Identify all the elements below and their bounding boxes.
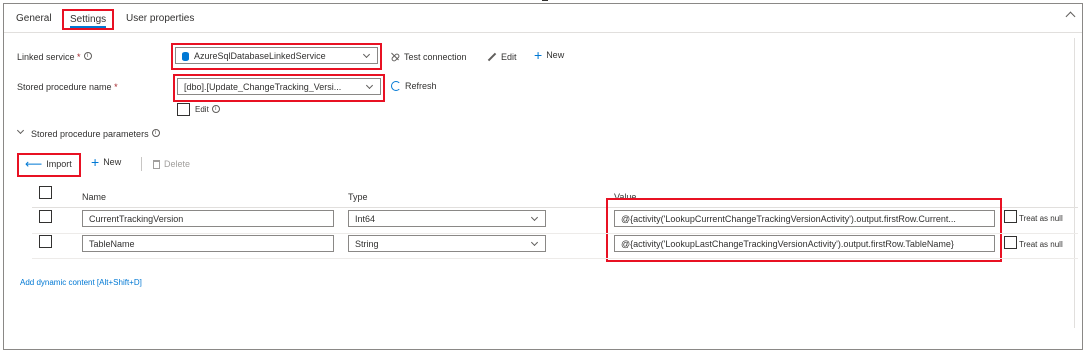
- chevron-down-icon: [362, 50, 371, 59]
- delete-parameter-button[interactable]: Delete: [153, 159, 190, 169]
- chevron-up-icon[interactable]: [1065, 11, 1076, 22]
- new-linked-service-button[interactable]: + New: [534, 47, 565, 63]
- add-dynamic-content-link[interactable]: Add dynamic content [Alt+Shift+D]: [20, 278, 142, 287]
- value-column-highlight: [606, 198, 1002, 262]
- import-button[interactable]: ⟵ Import: [25, 156, 72, 171]
- row-divider: [32, 233, 1078, 234]
- top-mark: [542, 0, 548, 1]
- edit-linked-service-button[interactable]: Edit: [487, 52, 517, 62]
- parameter-name-input[interactable]: CurrentTrackingVersion: [82, 210, 334, 227]
- settings-panel: General Settings User properties Linked …: [3, 0, 1083, 350]
- toolbar-divider: [141, 157, 142, 171]
- info-icon: i: [211, 105, 220, 113]
- tab-general[interactable]: General: [16, 13, 52, 24]
- plus-icon: +: [91, 154, 100, 170]
- tab-settings[interactable]: Settings: [62, 9, 115, 30]
- info-icon: i: [151, 129, 160, 137]
- stored-procedure-label: Stored procedure name *: [17, 82, 118, 92]
- refresh-icon: [391, 81, 401, 91]
- scrollbar[interactable]: [1074, 38, 1080, 328]
- parameter-type-value: String: [355, 239, 379, 249]
- plug-icon: [390, 52, 400, 62]
- linked-service-dropdown[interactable]: AzureSqlDatabaseLinkedService: [175, 47, 378, 64]
- test-connection-button[interactable]: Test connection: [390, 52, 467, 62]
- column-header-name: Name: [82, 192, 107, 202]
- row-divider: [32, 258, 1078, 259]
- tab-divider: [4, 32, 1082, 33]
- parameter-value-text: @{activity('LookupLastChangeTrackingVers…: [621, 239, 954, 249]
- trash-icon: [153, 159, 160, 169]
- import-label: Import: [46, 159, 72, 169]
- parameter-name-value: TableName: [89, 239, 135, 249]
- parameter-type-dropdown[interactable]: Int64: [348, 210, 546, 227]
- parameter-value-input[interactable]: @{activity('LookupLastChangeTrackingVers…: [614, 235, 995, 252]
- chevron-down-icon: [365, 81, 374, 90]
- parameter-name-value: CurrentTrackingVersion: [89, 214, 184, 224]
- parameter-type-value: Int64: [355, 214, 376, 224]
- edit-checkbox-label: Edit i: [195, 105, 220, 114]
- treat-as-null-checkbox[interactable]: [1004, 210, 1017, 223]
- parameter-value-text: @{activity('LookupCurrentChangeTrackingV…: [621, 214, 956, 224]
- database-icon: [182, 52, 189, 61]
- chevron-down-icon: [530, 213, 539, 222]
- stored-procedure-value: [dbo].[Update_ChangeTracking_Versi...: [184, 82, 342, 92]
- new-parameter-button[interactable]: + New: [91, 154, 122, 170]
- pencil-icon: [487, 52, 497, 62]
- treat-as-null-label: Treat as null: [1019, 214, 1063, 223]
- new-label: New: [546, 50, 565, 60]
- chevron-down-icon: [530, 238, 539, 247]
- edit-label: Edit: [501, 52, 517, 62]
- info-icon: i: [83, 52, 92, 60]
- stored-procedure-dropdown[interactable]: [dbo].[Update_ChangeTracking_Versi...: [177, 78, 381, 95]
- active-tab-indicator: [70, 26, 107, 28]
- refresh-button[interactable]: Refresh: [391, 81, 437, 91]
- treat-as-null-label: Treat as null: [1019, 240, 1063, 249]
- row-checkbox[interactable]: [39, 235, 52, 248]
- new-parameter-label: New: [103, 157, 122, 167]
- column-header-type: Type: [348, 192, 368, 202]
- chevron-down-icon[interactable]: [16, 126, 25, 135]
- treat-as-null-checkbox[interactable]: [1004, 236, 1017, 249]
- select-all-checkbox[interactable]: [39, 186, 52, 199]
- refresh-label: Refresh: [405, 81, 437, 91]
- parameter-value-input[interactable]: @{activity('LookupCurrentChangeTrackingV…: [614, 210, 995, 227]
- edit-checkbox[interactable]: [177, 103, 190, 116]
- linked-service-value: AzureSqlDatabaseLinkedService: [194, 51, 326, 61]
- parameters-section-title: Stored procedure parameters i: [31, 129, 160, 139]
- tab-settings-label: Settings: [70, 14, 107, 25]
- row-checkbox[interactable]: [39, 210, 52, 223]
- parameter-name-input[interactable]: TableName: [82, 235, 334, 252]
- parameter-type-dropdown[interactable]: String: [348, 235, 546, 252]
- delete-label: Delete: [164, 159, 191, 169]
- plus-icon: +: [534, 47, 543, 63]
- tab-user-properties[interactable]: User properties: [126, 13, 194, 24]
- test-connection-label: Test connection: [404, 52, 467, 62]
- linked-service-label: Linked service * i: [17, 52, 92, 62]
- arrow-left-icon: ⟵: [25, 156, 43, 171]
